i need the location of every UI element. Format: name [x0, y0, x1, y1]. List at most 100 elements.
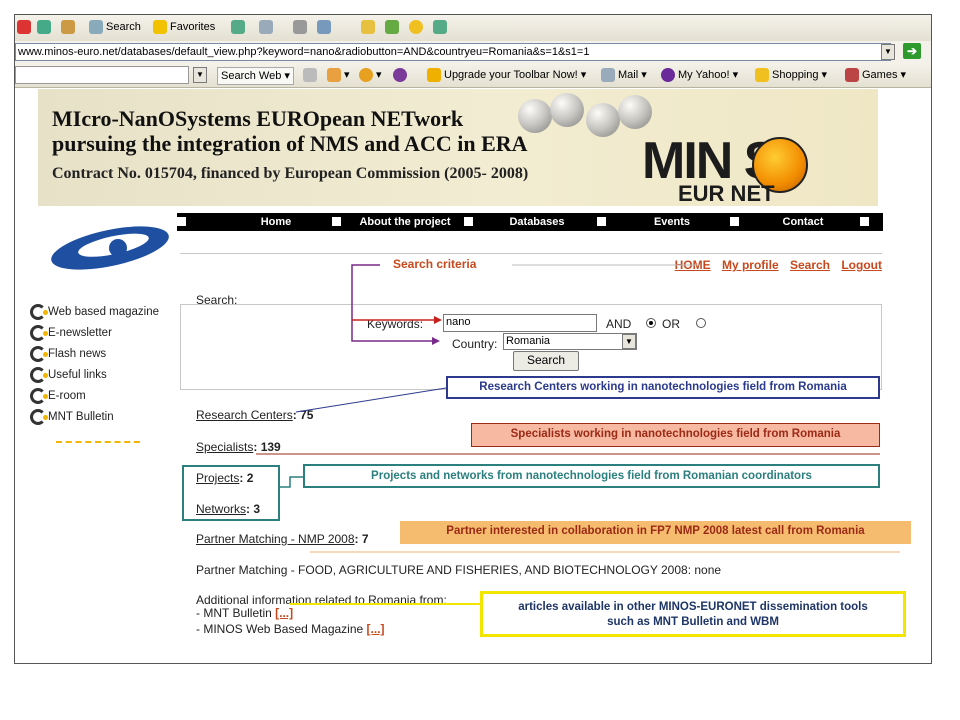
site-banner: MIcro-NanOSystems EUROpean NETwork pursu…	[38, 89, 878, 206]
networks-count: : 3	[246, 502, 261, 516]
close-icon[interactable]	[17, 19, 34, 35]
wbm-line: - MINOS Web Based Magazine [...]	[196, 622, 385, 636]
nano-sphere-image	[518, 99, 552, 133]
or-radio[interactable]	[696, 318, 706, 328]
games-icon	[845, 68, 859, 83]
banner-contract: Contract No. 015704, financed by Europea…	[52, 165, 529, 182]
projects-result: Projects: 2	[196, 471, 253, 485]
projects-count: : 2	[239, 471, 254, 485]
country-select[interactable]: Romania ▼	[503, 333, 637, 350]
specialists-link[interactable]: Specialists	[196, 440, 253, 454]
refresh-icon[interactable]	[37, 19, 54, 35]
pencil-icon[interactable]	[303, 67, 320, 83]
magnifier-icon	[89, 20, 103, 35]
partner-nmp-link[interactable]: Partner Matching - NMP 2008	[196, 532, 355, 546]
additional-info-heading: Additional information related to Romani…	[196, 593, 447, 607]
menu-about[interactable]: About the project	[349, 213, 461, 231]
panel-divider	[180, 253, 882, 254]
mnt-bulletin-line: - MNT Bulletin [...]	[196, 606, 294, 620]
minos-logo-bottom: EUR NET	[678, 181, 775, 206]
my-profile-link[interactable]: My profile	[722, 258, 779, 272]
my-yahoo-link[interactable]: My Yahoo! ▾	[661, 67, 738, 83]
chevron-down-icon: ▼	[622, 334, 636, 349]
yahoo-toolbar: ▼ Search Web ▾ ▾ ▾ Upgrade your Toolbar …	[15, 63, 931, 88]
search-web-button[interactable]: Search Web ▾	[217, 67, 294, 85]
shopping-link[interactable]: Shopping ▾	[755, 67, 827, 83]
projects-link[interactable]: Projects	[196, 471, 239, 485]
keywords-label: Keywords:	[367, 317, 424, 331]
networks-link[interactable]: Networks	[196, 502, 246, 516]
menu-events[interactable]: Events	[613, 213, 731, 231]
c-bullet-icon	[30, 366, 48, 383]
toolbar-search-input[interactable]	[15, 66, 189, 84]
partner-nmp-count: : 7	[354, 532, 369, 546]
main-menu: Home About the project Databases Events …	[177, 213, 883, 231]
menu-contact[interactable]: Contact	[747, 213, 859, 231]
games-link[interactable]: Games ▾	[845, 67, 906, 83]
search-button[interactable]: Search	[513, 351, 579, 371]
mail-icon[interactable]	[259, 19, 276, 35]
partner-food-result: Partner Matching - FOOD, AGRICULTURE AND…	[196, 563, 722, 577]
c-bullet-icon	[30, 345, 48, 362]
sidebar-item-useful-links[interactable]: Useful links	[30, 366, 107, 384]
edit-icon[interactable]	[317, 19, 334, 35]
sidebar-item-mnt-bulletin[interactable]: MNT Bulletin	[30, 408, 114, 426]
shopping-bag-icon	[755, 68, 769, 83]
country-label: Country:	[452, 337, 498, 351]
sidebar-divider	[56, 441, 140, 443]
research-centers-link[interactable]: Research Centers	[196, 408, 293, 422]
and-label: AND	[606, 317, 632, 331]
c-bullet-icon	[30, 408, 48, 425]
print-icon[interactable]	[293, 19, 310, 35]
sidebar-item-web-magazine[interactable]: Web based magazine	[30, 303, 159, 321]
projects-annotation: Projects and networks from nanotechnolog…	[303, 464, 880, 488]
banner-subtitle: pursuing the integration of NMS and ACC …	[52, 131, 528, 156]
globe-icon[interactable]: ▾	[359, 67, 382, 83]
menu-home[interactable]: Home	[211, 213, 341, 231]
search-criteria-annotation: Search criteria	[389, 257, 481, 271]
networks-result: Networks: 3	[196, 502, 260, 516]
upgrade-toolbar-link[interactable]: Upgrade your Toolbar Now! ▾	[427, 67, 586, 83]
standard-toolbar: Search Favorites	[15, 15, 931, 42]
banner-title: MIcro-NanOSystems EUROpean NETwork	[52, 106, 464, 131]
search-dropdown-button[interactable]: ▼	[193, 67, 207, 84]
address-bar: www.minos-euro.net/databases/default_vie…	[15, 41, 931, 64]
people-icon[interactable]	[433, 19, 450, 35]
star-icon	[153, 20, 167, 35]
home-icon[interactable]	[61, 19, 78, 35]
smiley-icon[interactable]	[409, 19, 426, 35]
keywords-input[interactable]: nano	[443, 314, 597, 332]
nano-sphere-image	[618, 95, 652, 129]
search-toolbar-button[interactable]: Search	[89, 19, 141, 35]
specialists-result: Specialists: 139	[196, 440, 281, 454]
home-link[interactable]: HOME	[675, 258, 711, 272]
folder-icon[interactable]	[361, 19, 378, 35]
address-input[interactable]: www.minos-euro.net/databases/default_vie…	[15, 43, 891, 61]
partner-nmp-result: Partner Matching - NMP 2008: 7	[196, 532, 369, 546]
research-centers-result: Research Centers: 75	[196, 408, 313, 422]
history-icon[interactable]	[231, 19, 248, 35]
fp6-logo	[51, 226, 169, 270]
or-label: OR	[662, 317, 680, 331]
go-button[interactable]: ➔	[903, 43, 921, 59]
antispy-icon[interactable]	[393, 67, 410, 83]
messenger-icon[interactable]	[385, 19, 402, 35]
mnt-bulletin-more-link[interactable]: [...]	[275, 606, 293, 620]
sidebar-item-e-room[interactable]: E-room	[30, 387, 86, 405]
c-bullet-icon	[30, 324, 48, 341]
c-bullet-icon	[30, 387, 48, 404]
envelope-icon	[601, 68, 615, 83]
search-link[interactable]: Search	[790, 258, 830, 272]
sidebar-item-flash-news[interactable]: Flash news	[30, 345, 106, 363]
and-radio[interactable]	[646, 318, 656, 328]
specialists-count: : 139	[253, 440, 281, 454]
menu-databases[interactable]: Databases	[477, 213, 597, 231]
sidebar-item-e-newsletter[interactable]: E-newsletter	[30, 324, 112, 342]
address-dropdown-button[interactable]: ▼	[881, 44, 895, 60]
logout-link[interactable]: Logout	[841, 258, 882, 272]
yahoo-icon	[661, 68, 675, 83]
wbm-more-link[interactable]: [...]	[367, 622, 385, 636]
mail-toolbar-link[interactable]: Mail ▾	[601, 67, 647, 83]
highlight-icon[interactable]: ▾	[327, 67, 350, 83]
favorites-toolbar-button[interactable]: Favorites	[153, 19, 215, 35]
